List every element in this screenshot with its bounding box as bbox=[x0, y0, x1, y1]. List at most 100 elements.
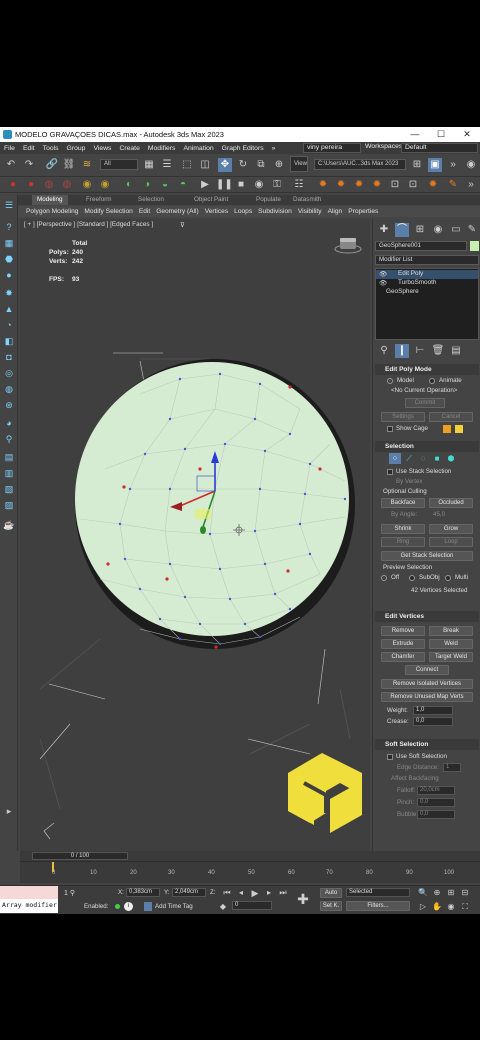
preview-off-radio[interactable] bbox=[381, 575, 387, 581]
soft-selection-header[interactable]: Soft Selection bbox=[375, 739, 479, 750]
edge-mode-icon[interactable]: ⟋ bbox=[403, 453, 415, 464]
bind-spacewarp-icon[interactable]: ≋ bbox=[80, 158, 94, 172]
tool-green-3-icon[interactable]: ◒ bbox=[158, 178, 172, 192]
menu-file[interactable]: File bbox=[4, 145, 15, 152]
modify-tab-icon[interactable]: ⌒ bbox=[395, 223, 409, 237]
wrench-icon[interactable]: ✎ bbox=[446, 178, 460, 192]
fire-4-icon[interactable]: ✹ bbox=[370, 178, 384, 192]
settings-button[interactable]: Settings bbox=[381, 412, 425, 422]
enabled-indicator[interactable] bbox=[115, 904, 120, 909]
occluded-button[interactable]: Occluded bbox=[429, 498, 473, 508]
geosphere-icon[interactable]: ◍ bbox=[3, 383, 15, 395]
ribbon-edit[interactable]: Edit bbox=[139, 208, 150, 215]
help-icon[interactable]: ? bbox=[3, 221, 15, 233]
falloff-spinner[interactable]: 20,0cm bbox=[417, 786, 455, 795]
material-editor-icon[interactable]: ◍ bbox=[42, 178, 56, 192]
select-by-name-icon[interactable]: ☰ bbox=[160, 158, 174, 172]
object-color-swatch[interactable] bbox=[470, 241, 479, 251]
stop-icon[interactable]: ■ bbox=[234, 178, 248, 192]
ribbon-subdivision[interactable]: Subdivision bbox=[258, 208, 292, 215]
tab-object-paint[interactable]: Object Paint bbox=[194, 196, 228, 203]
time-slider[interactable]: 0 / 100 bbox=[32, 852, 128, 860]
utilities-tab-icon[interactable]: ✎ bbox=[465, 223, 479, 237]
time-tag-icon[interactable] bbox=[144, 902, 152, 911]
ribbon-modify-selection[interactable]: Modify Selection bbox=[84, 208, 132, 215]
pause-icon[interactable]: ❚❚ bbox=[216, 178, 233, 192]
menu-group[interactable]: Group bbox=[67, 145, 86, 152]
commit-button[interactable]: Commit bbox=[405, 398, 445, 408]
modifier-list-dropdown[interactable]: Modifier List bbox=[375, 255, 479, 265]
zoom-all-icon[interactable]: ⊕ bbox=[430, 886, 444, 900]
light-icon[interactable]: ✸ bbox=[3, 287, 15, 299]
select-object-icon[interactable]: ▦ bbox=[142, 158, 156, 172]
edit-vertices-header[interactable]: Edit Vertices bbox=[375, 611, 479, 622]
current-frame-field[interactable]: 0 bbox=[232, 901, 272, 910]
list-icon[interactable]: ☷ bbox=[292, 178, 306, 192]
close-button[interactable]: ✕ bbox=[456, 127, 478, 142]
tool-green-2-icon[interactable]: ◑ bbox=[140, 178, 154, 192]
ribbon-geometry[interactable]: Geometry (All) bbox=[156, 208, 199, 215]
bulb-icon[interactable]: ⚲ bbox=[3, 433, 15, 445]
eye-icon[interactable]: 👁 bbox=[379, 270, 387, 278]
layer-3-icon[interactable]: ▧ bbox=[3, 483, 15, 495]
crease-spinner[interactable]: 0,0 bbox=[413, 717, 453, 726]
stack-item-turbosmooth[interactable]: TurboSmooth bbox=[398, 279, 436, 286]
cage-color-swatch-2[interactable] bbox=[455, 425, 463, 433]
play-animation-icon[interactable]: ▶ bbox=[248, 886, 262, 900]
vertex-mode-icon[interactable]: ⁘ bbox=[389, 453, 401, 464]
bubble-spinner[interactable]: 0,0 bbox=[417, 810, 455, 819]
unlink-icon[interactable]: ⛓ bbox=[62, 158, 76, 172]
play-icon[interactable]: ▶ bbox=[198, 178, 212, 192]
make-unique-icon[interactable]: ⊢ bbox=[413, 344, 427, 358]
weld-button[interactable]: Weld bbox=[429, 639, 473, 649]
environment-icon[interactable]: ◉ bbox=[98, 178, 112, 192]
teapot-icon[interactable]: ◔ bbox=[3, 319, 15, 331]
stack-item-edit-poly[interactable]: Edit Poly bbox=[398, 270, 423, 277]
break-button[interactable]: Break bbox=[429, 626, 473, 636]
window-crossing-icon[interactable]: ◫ bbox=[198, 158, 212, 172]
loop-button[interactable]: Loop bbox=[429, 537, 473, 547]
key-mode-icon[interactable]: ◆ bbox=[216, 900, 230, 914]
shrink-button[interactable]: Shrink bbox=[381, 524, 425, 534]
placement-icon[interactable]: ⊕ bbox=[272, 158, 286, 172]
toolbar-overflow-icon[interactable]: » bbox=[446, 158, 460, 172]
zoom-extents-all-icon[interactable]: ⊟ bbox=[458, 886, 472, 900]
key-filters-button[interactable]: Filters... bbox=[346, 901, 410, 911]
extrude-button[interactable]: Extrude bbox=[381, 639, 425, 649]
remove-button[interactable]: Remove bbox=[381, 626, 425, 636]
ribbon-align[interactable]: Align bbox=[328, 208, 343, 215]
paint-icon[interactable]: ◕ bbox=[3, 417, 15, 429]
tool-green-1-icon[interactable]: ◐ bbox=[122, 178, 136, 192]
remove-unused-map-verts-button[interactable]: Remove Unused Map Verts bbox=[381, 692, 473, 702]
edge-distance-spinner[interactable]: 1 bbox=[443, 763, 461, 772]
menu-overflow[interactable]: » bbox=[272, 145, 276, 152]
record-icon[interactable]: ◉ bbox=[252, 178, 266, 192]
viewcube[interactable] bbox=[334, 238, 362, 254]
fire-1-icon[interactable]: ✹ bbox=[316, 178, 330, 192]
set-key-plus-icon[interactable]: ✚ bbox=[296, 892, 310, 906]
zoom-extents-icon[interactable]: ⊞ bbox=[444, 886, 458, 900]
grow-button[interactable]: Grow bbox=[429, 524, 473, 534]
tab-modeling[interactable]: Modeling bbox=[32, 195, 68, 205]
stack-item-geosphere[interactable]: GeoSphere bbox=[386, 288, 419, 295]
ribbon-properties[interactable]: Properties bbox=[348, 208, 378, 215]
connect-button[interactable]: Connect bbox=[405, 665, 449, 675]
viewport-label[interactable]: [ + ] [Perspective ] [Standard ] [Edged … bbox=[24, 221, 153, 228]
motion-tab-icon[interactable]: ◉ bbox=[431, 223, 445, 237]
render-frame-icon[interactable]: ● bbox=[24, 178, 38, 192]
track-bar[interactable]: 0 10 20 30 40 50 60 70 80 90 100 bbox=[20, 861, 480, 883]
scale-icon[interactable]: ⧉ bbox=[254, 158, 268, 172]
undo-icon[interactable]: ↶ bbox=[4, 158, 18, 172]
cage-color-swatch-1[interactable] bbox=[443, 425, 451, 433]
hierarchy-tab-icon[interactable]: ⊞ bbox=[413, 223, 427, 237]
orbit-icon[interactable]: ◉ bbox=[444, 900, 458, 914]
pan-icon[interactable]: ✋ bbox=[430, 900, 444, 914]
camera-icon[interactable]: ◘ bbox=[3, 351, 15, 363]
tab-populate[interactable]: Populate bbox=[256, 196, 281, 203]
weight-spinner[interactable]: 1,0 bbox=[413, 706, 453, 715]
tab-selection[interactable]: Selection bbox=[138, 196, 164, 203]
ribbon-visibility[interactable]: Visibility bbox=[298, 208, 322, 215]
maxscript-listener[interactable]: Array modifier bbox=[0, 886, 58, 913]
tab-freeform[interactable]: Freeform bbox=[86, 196, 112, 203]
maximize-button[interactable]: ☐ bbox=[430, 127, 452, 142]
